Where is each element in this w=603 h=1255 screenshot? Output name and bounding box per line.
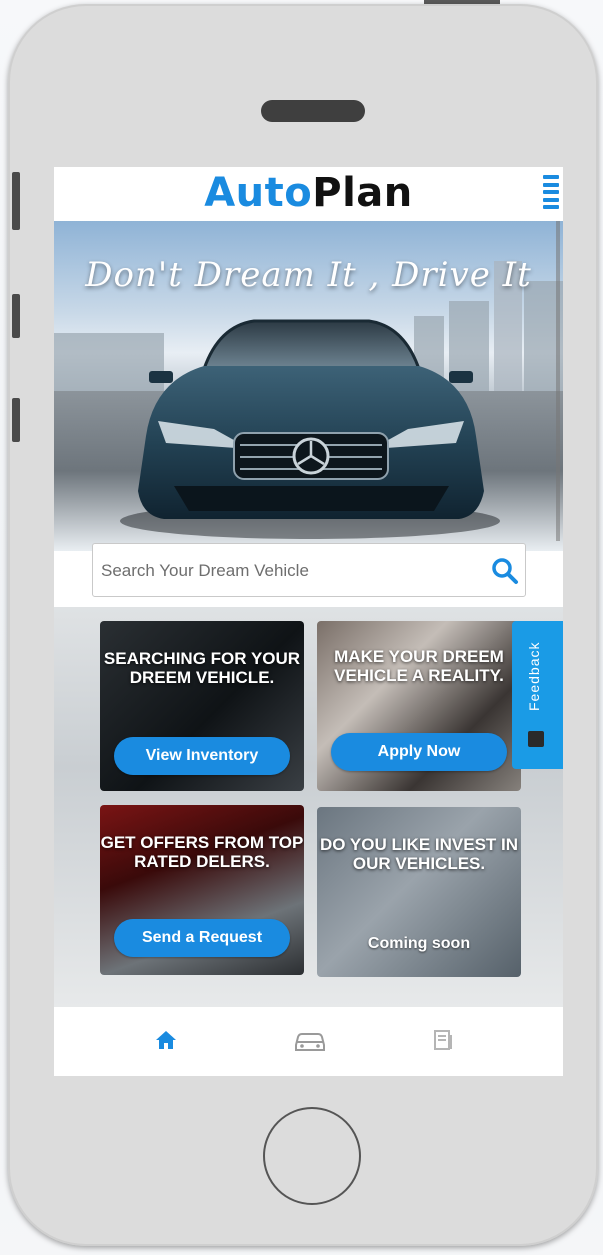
side-button-mute	[12, 172, 20, 230]
coming-soon-label: Coming soon	[367, 935, 471, 952]
menu-icon[interactable]	[542, 175, 560, 209]
search-bar	[92, 543, 526, 598]
card-apply-now: MAKE YOUR DREEM VEHICLE A REALITY. Apply…	[317, 621, 521, 791]
car-icon[interactable]	[290, 1023, 330, 1057]
bottom-nav	[54, 1007, 563, 1076]
app-screen: AutoPlan Don't Dream It , Drive It Searc…	[54, 167, 563, 1076]
card-caption: GET OFFERS FROM TOP RATED DELERS.	[100, 833, 304, 871]
card-caption: SEARCHING FOR YOUR DREEM VEHICLE.	[103, 649, 301, 687]
card-send-request: GET OFFERS FROM TOP RATED DELERS. Send a…	[100, 805, 304, 975]
side-button-volume-up	[12, 294, 20, 338]
logo-plan: Plan	[312, 170, 413, 216]
send-request-button[interactable]: Send a Request	[114, 919, 290, 957]
feedback-tab[interactable]: Feedback	[512, 621, 563, 769]
app-logo[interactable]: AutoPlan	[54, 169, 563, 217]
side-button-volume-down	[12, 398, 20, 442]
hero-banner: Don't Dream It , Drive It	[54, 221, 563, 551]
search-input[interactable]	[99, 544, 483, 598]
logo-auto: Auto	[204, 170, 313, 216]
phone-speaker	[261, 100, 365, 122]
card-invest: DO YOU LIKE INVEST IN OUR VEHICLES. Comi…	[317, 807, 521, 977]
apply-now-button[interactable]: Apply Now	[331, 733, 507, 771]
document-icon[interactable]	[422, 1023, 462, 1057]
hero-slogan: Don't Dream It , Drive It	[85, 255, 532, 295]
feedback-icon	[528, 731, 544, 747]
phone-home-button[interactable]	[263, 1107, 361, 1205]
card-view-inventory: SEARCHING FOR YOUR DREEM VEHICLE. View I…	[100, 621, 304, 791]
feedback-label: Feedback	[526, 641, 542, 711]
home-icon[interactable]	[146, 1023, 186, 1057]
search-icon[interactable]	[491, 557, 519, 585]
view-inventory-button[interactable]: View Inventory	[114, 737, 290, 775]
page-scrollbar[interactable]	[556, 221, 560, 541]
card-caption: MAKE YOUR DREEM VEHICLE A REALITY.	[334, 647, 504, 685]
app-header: AutoPlan	[54, 167, 563, 221]
card-caption: DO YOU LIKE INVEST IN OUR VEHICLES.	[319, 835, 519, 873]
